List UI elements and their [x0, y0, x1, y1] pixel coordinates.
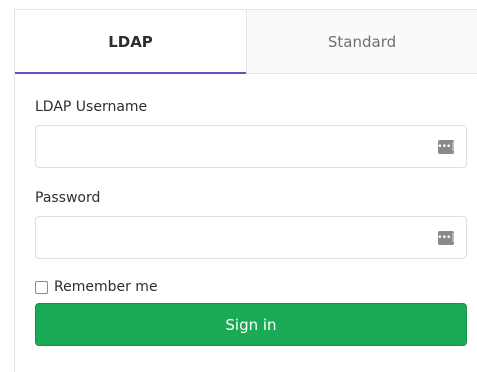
password-input[interactable] [36, 217, 466, 258]
tab-ldap[interactable]: LDAP [15, 10, 246, 74]
login-form: LDAP Username •••| Password •••| Remembe… [15, 74, 477, 346]
login-panel: LDAP Standard LDAP Username •••| Passwor… [14, 9, 477, 372]
password-manager-icon[interactable]: •••| [437, 231, 456, 245]
login-tabs: LDAP Standard [15, 10, 477, 74]
password-field-wrapper: •••| [35, 216, 467, 259]
password-label: Password [35, 190, 101, 206]
sign-in-button[interactable]: Sign in [35, 303, 467, 346]
username-input[interactable] [36, 126, 466, 167]
remember-me-label[interactable]: Remember me [54, 279, 158, 295]
sign-in-button-label: Sign in [225, 315, 277, 334]
tab-standard-label: Standard [327, 32, 397, 51]
username-field-wrapper: •••| [35, 125, 467, 168]
tab-ldap-label: LDAP [108, 32, 153, 51]
remember-me-checkbox[interactable] [35, 280, 48, 294]
remember-me-row: Remember me [35, 279, 467, 295]
tab-standard[interactable]: Standard [246, 10, 477, 73]
username-label: LDAP Username [35, 99, 148, 115]
password-manager-icon[interactable]: •••| [437, 140, 456, 154]
